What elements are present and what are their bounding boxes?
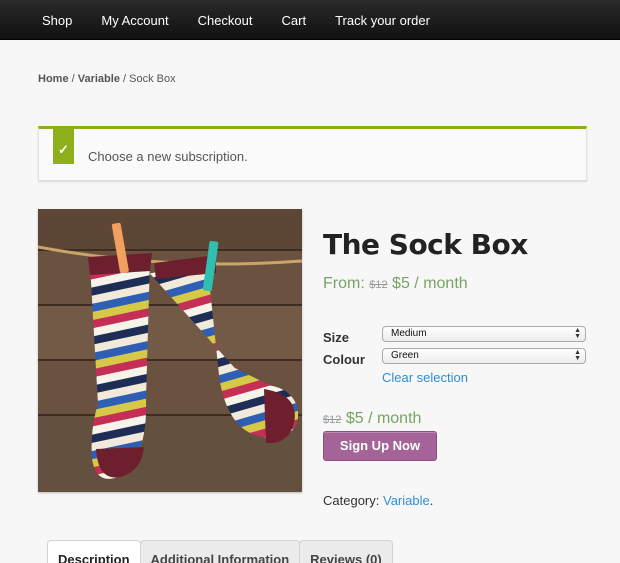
regular-price: $12	[369, 279, 388, 291]
checkmark-icon: ✓	[53, 126, 74, 164]
product-category: Category: Variable.	[323, 493, 433, 508]
price-prefix: From:	[323, 275, 365, 292]
variation-price: $12 $5 / month	[323, 410, 421, 428]
clear-selection-link[interactable]: Clear selection	[382, 370, 468, 385]
breadcrumb-category[interactable]: Variable	[78, 73, 120, 85]
product-title: The Sock Box	[323, 228, 528, 261]
striped-socks-image	[38, 209, 302, 492]
colour-select-value: Green	[391, 350, 419, 361]
category-suffix: .	[429, 493, 434, 508]
notice-message: Choose a new subscription.	[88, 149, 248, 164]
variation-sale-price: $5	[345, 410, 364, 427]
variation-regular-price: $12	[323, 414, 342, 426]
category-link[interactable]: Variable	[383, 493, 430, 508]
size-select-value: Medium	[391, 328, 427, 339]
breadcrumb: Home / Variable / Sock Box	[38, 73, 176, 85]
nav-shop[interactable]: Shop	[42, 13, 72, 28]
category-label: Category:	[323, 493, 380, 508]
select-arrows-icon: ▲ ▼	[574, 327, 581, 340]
nav-track-order[interactable]: Track your order	[335, 13, 430, 28]
nav-my-account[interactable]: My Account	[101, 13, 168, 28]
product-tabs: Description Additional Information Revie…	[47, 540, 393, 563]
subscription-notice: ✓ Choose a new subscription.	[38, 126, 587, 181]
product-image[interactable]	[38, 209, 302, 492]
tab-description[interactable]: Description	[47, 540, 141, 563]
size-label: Size	[323, 330, 350, 345]
breadcrumb-separator: /	[123, 73, 127, 85]
colour-label: Colour	[323, 352, 365, 367]
sale-price: $5	[392, 275, 410, 292]
size-select[interactable]: Medium ▲ ▼	[382, 326, 586, 342]
top-navigation: Shop My Account Checkout Cart Track your…	[0, 0, 620, 40]
select-arrows-icon: ▲ ▼	[574, 349, 581, 362]
sign-up-button[interactable]: Sign Up Now	[323, 431, 437, 461]
tab-additional-information[interactable]: Additional Information	[139, 540, 301, 563]
colour-select[interactable]: Green ▲ ▼	[382, 348, 586, 364]
breadcrumb-current: Sock Box	[129, 73, 176, 85]
price-period: / month	[414, 275, 468, 292]
variation-period: / month	[368, 410, 422, 427]
breadcrumb-home[interactable]: Home	[38, 73, 69, 85]
price-range: From: $12 $5 / month	[323, 275, 468, 293]
nav-cart[interactable]: Cart	[282, 13, 307, 28]
nav-checkout[interactable]: Checkout	[198, 13, 253, 28]
breadcrumb-separator: /	[71, 73, 75, 85]
tab-reviews[interactable]: Reviews (0)	[299, 540, 393, 563]
